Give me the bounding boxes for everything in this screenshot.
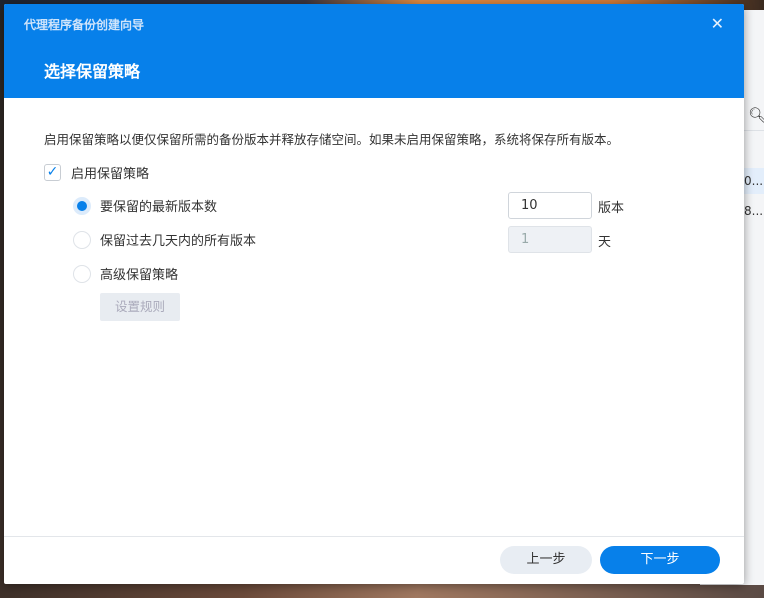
window-title: 代理程序备份创建向导	[24, 18, 145, 32]
unit-label: 天	[598, 235, 612, 250]
radio-advanced[interactable]: 高级保留策略	[73, 264, 178, 283]
checkbox-label: 启用保留策略	[71, 167, 150, 182]
radio-label: 高级保留策略	[100, 268, 179, 283]
radio-days[interactable]: 保留过去几天内的所有版本	[73, 230, 256, 249]
step-title: 选择保留策略	[44, 62, 141, 81]
radio-unselected-icon[interactable]	[73, 264, 91, 283]
list-item[interactable]: 0...	[744, 168, 764, 194]
unit-label: 版本	[598, 201, 625, 216]
radio-selected-icon[interactable]	[73, 196, 91, 215]
radio-label: 保留过去几天内的所有版本	[100, 234, 257, 249]
description: 启用保留策略以便仅保留所需的备份版本并释放存储空间。如果未启用保留策略，系统将保…	[44, 132, 620, 147]
wizard-dialog: 代理程序备份创建向导 ✕ 选择保留策略 启用保留策略以便仅保留所需的备份版本并释…	[4, 4, 744, 584]
list-item[interactable]: 8...	[744, 198, 764, 224]
radio-label: 要保留的最新版本数	[100, 200, 218, 215]
radio-unselected-icon[interactable]	[73, 230, 91, 249]
next-button[interactable]: 下一步	[600, 546, 720, 574]
versions-count-input[interactable]: 10	[508, 192, 592, 219]
checkmark-icon[interactable]: ✓	[44, 164, 61, 181]
search-icon[interactable]: 🔍︎	[748, 106, 764, 124]
set-rules-button[interactable]: 设置规则	[100, 293, 180, 321]
radio-latest-versions[interactable]: 要保留的最新版本数	[73, 196, 217, 215]
close-icon[interactable]: ✕	[711, 14, 724, 33]
days-input[interactable]: 1	[508, 226, 592, 253]
dialog-header: 代理程序备份创建向导 ✕ 选择保留策略	[4, 4, 744, 98]
enable-retention-checkbox[interactable]: ✓ 启用保留策略	[44, 163, 149, 182]
prev-button[interactable]: 上一步	[500, 546, 592, 574]
footer-divider	[4, 536, 744, 537]
